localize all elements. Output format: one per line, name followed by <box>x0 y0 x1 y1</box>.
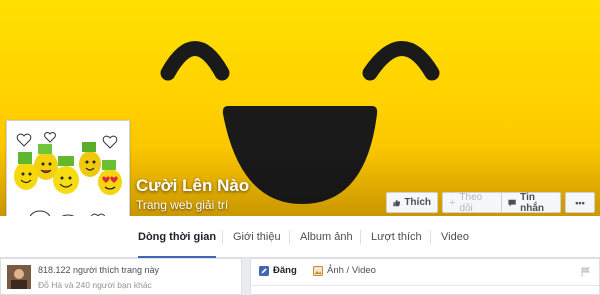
friend-avatar[interactable] <box>7 265 31 289</box>
message-icon <box>508 199 516 207</box>
likes-count-text[interactable]: 818.122 người thích trang này <box>38 265 159 275</box>
tab-timeline[interactable]: Dòng thời gian <box>138 216 217 259</box>
tab-about[interactable]: Giới thiệu <box>233 216 281 258</box>
tab-divider <box>222 230 223 244</box>
plus-icon: + <box>449 196 456 209</box>
photo-icon <box>313 265 323 276</box>
tab-divider <box>360 230 361 244</box>
thumbs-up-icon <box>393 199 401 206</box>
more-options-button[interactable]: ••• <box>565 192 595 213</box>
pencil-icon <box>259 265 269 276</box>
follow-button-label: Theo dõi <box>459 191 483 214</box>
left-eye <box>160 41 230 81</box>
page-category[interactable]: Trang web giải trí <box>136 198 228 212</box>
friends-like-text[interactable]: Đỗ Hà và 240 người bạn khác <box>38 280 152 290</box>
composer-photo-video-label: Ảnh / Video <box>327 265 376 276</box>
composer-post-label: Đăng <box>273 265 297 276</box>
page-tabs: Dòng thời gian Giới thiệu Album ảnh Lượt… <box>0 216 600 259</box>
post-composer: Đăng Ảnh / Video <box>250 258 600 295</box>
composer-tab-post[interactable]: Đăng <box>259 265 297 276</box>
composer-tab-photo-video[interactable]: Ảnh / Video <box>313 265 376 276</box>
more-dots-icon: ••• <box>575 197 585 208</box>
tab-likes[interactable]: Lượt thích <box>371 216 422 258</box>
follow-button[interactable]: + Theo dõi <box>442 191 502 214</box>
follow-message-group: + Theo dõi Tin nhắn <box>442 191 561 214</box>
tab-divider <box>289 230 290 244</box>
message-button[interactable]: Tin nhắn <box>502 191 561 214</box>
page-actions: Thích + Theo dõi Tin nhắn ••• <box>386 191 595 214</box>
composer-divider <box>251 285 599 286</box>
flag-icon[interactable] <box>581 267 591 277</box>
facebook-page: ?? Cười Lên Nào Trang web giải trí Thích… <box>0 0 600 295</box>
tab-photos[interactable]: Album ảnh <box>300 216 353 258</box>
right-eye <box>362 41 440 81</box>
page-title[interactable]: Cười Lên Nào <box>136 176 249 196</box>
message-button-label: Tin nhắn <box>520 191 545 214</box>
like-button-label: Thích <box>404 197 431 208</box>
tab-divider <box>430 230 431 244</box>
avatar-image <box>7 265 31 289</box>
likes-summary-card: 818.122 người thích trang này Đỗ Hà và 2… <box>0 258 242 295</box>
tab-videos[interactable]: Video <box>441 216 469 258</box>
like-button[interactable]: Thích <box>386 192 438 213</box>
